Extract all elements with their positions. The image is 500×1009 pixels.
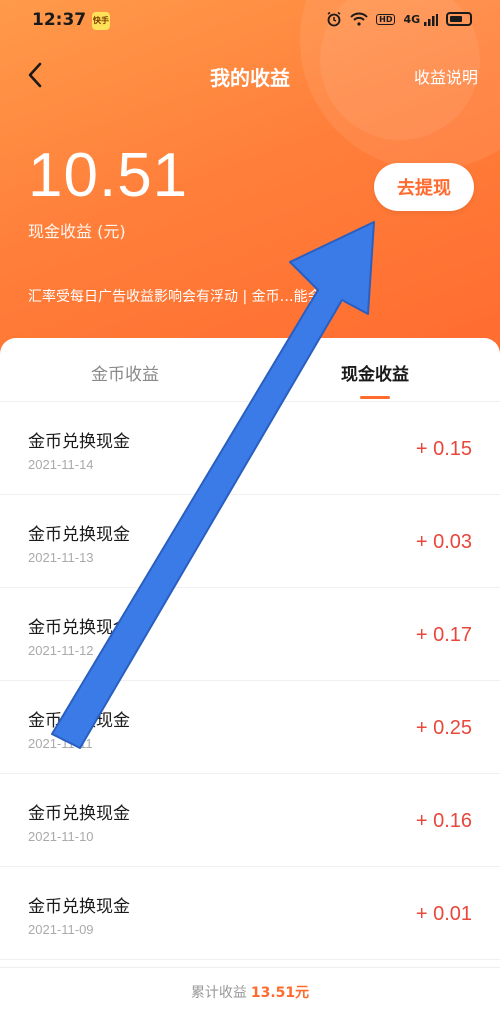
income-panel: 金币收益 现金收益 金币兑换现金 2021-11-14 + 0.15 金币兑换现… [0,338,500,1009]
record-date: 2021-11-13 [28,550,94,565]
active-tab-indicator [360,396,390,399]
tab-cash-income[interactable]: 现金收益 [275,360,475,385]
signal-label: 4G [403,12,421,26]
total-income-bar: 累计收益 13.51元 [0,967,500,1009]
status-bar: 12:37 快手 HD 4G [0,0,500,40]
record-value: + 0.16 [415,810,472,832]
record-name: 金币兑换现金 [28,897,130,917]
status-icons: HD 4G [326,11,472,27]
record-value: + 0.25 [415,717,472,739]
record-name: 金币兑换现金 [28,711,130,731]
signal-icon: 4G [403,13,438,26]
record-value: + 0.15 [415,438,472,460]
record-value: + 0.01 [415,903,472,925]
list-item[interactable]: 金币兑换现金 2021-11-10 + 0.16 [0,774,500,867]
alarm-icon [327,11,341,27]
list-item[interactable]: 金币兑换现金 2021-11-12 + 0.17 [0,588,500,681]
record-name: 金币兑换现金 [28,804,130,824]
wifi-icon [350,12,368,26]
exchange-notice: 汇率受每日广告收益影响会有浮动 | 金币…能会有延迟 [28,289,364,305]
cash-amount: 10.51 [28,141,189,210]
battery-icon [446,12,472,26]
income-tabs: 金币收益 现金收益 [0,338,500,402]
tab-coin-income[interactable]: 金币收益 [25,360,225,385]
record-name: 金币兑换现金 [28,432,130,452]
record-date: 2021-11-11 [28,736,93,751]
hd-icon: HD [376,13,396,25]
nav-bar: 我的收益 收益说明 [0,50,500,100]
app-badge-icon: 快手 [92,12,110,30]
record-name: 金币兑换现金 [28,525,130,545]
status-time: 12:37 [32,10,87,30]
cash-amount-label: 现金收益 (元) [28,222,126,241]
list-item[interactable]: 金币兑换现金 2021-11-11 + 0.25 [0,681,500,774]
total-income-label: 累计收益 [190,985,247,1001]
record-date: 2021-11-12 [28,643,94,658]
record-name: 金币兑换现金 [28,618,130,638]
record-date: 2021-11-14 [28,457,94,472]
record-date: 2021-11-09 [28,922,94,937]
list-item[interactable]: 金币兑换现金 2021-11-13 + 0.03 [0,495,500,588]
record-date: 2021-11-10 [28,829,94,844]
income-list: 金币兑换现金 2021-11-14 + 0.15 金币兑换现金 2021-11-… [0,402,500,960]
list-item[interactable]: 金币兑换现金 2021-11-14 + 0.15 [0,402,500,495]
record-value: + 0.03 [415,531,472,553]
record-value: + 0.17 [415,624,472,646]
total-income-value: 13.51元 [250,985,310,1001]
income-help-link[interactable]: 收益说明 [414,64,478,88]
withdraw-button[interactable]: 去提现 [374,163,474,211]
list-item[interactable]: 金币兑换现金 2021-11-09 + 0.01 [0,867,500,960]
